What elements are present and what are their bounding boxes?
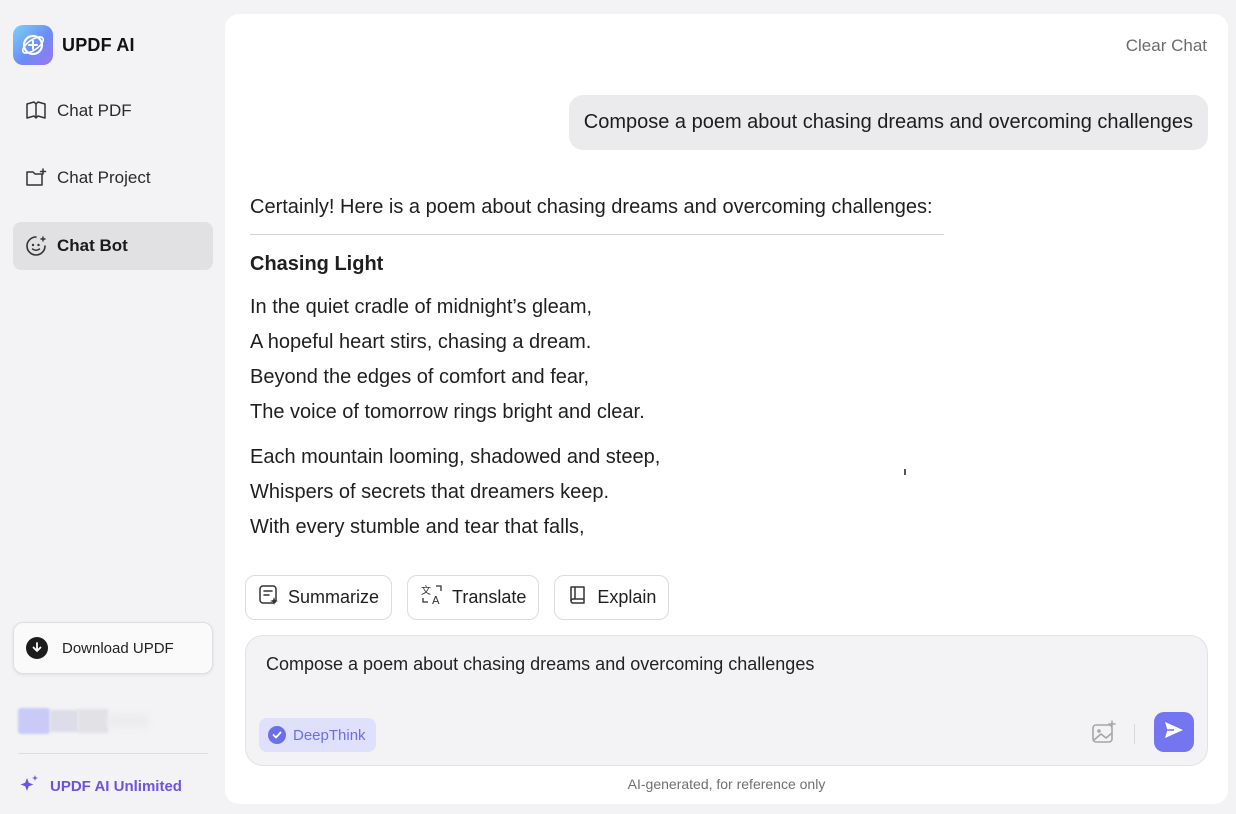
sidebar-item-label: Chat Bot — [57, 236, 128, 255]
book-open-icon — [567, 584, 589, 611]
composer-divider — [1134, 724, 1135, 744]
download-icon — [26, 637, 48, 659]
poem-line: A hopeful heart stirs, chasing a dream. — [250, 331, 592, 353]
translate-button[interactable]: 文 A Translate — [407, 575, 540, 620]
poem-title: Chasing Light — [250, 253, 384, 275]
explain-button[interactable]: Explain — [554, 575, 670, 620]
brand: UPDF AI — [13, 25, 135, 65]
quick-actions: Summarize 文 A Translate Explain — [245, 575, 670, 620]
translate-icon: 文 A — [420, 584, 444, 611]
mouse-cursor — [904, 469, 906, 475]
scroll-fade — [250, 550, 670, 556]
response-intro: Certainly! Here is a poem about chasing … — [250, 192, 944, 235]
summarize-icon — [258, 584, 280, 611]
book-icon — [25, 100, 47, 122]
user-message-bubble: Compose a poem about chasing dreams and … — [568, 95, 1208, 150]
bot-face-icon — [25, 235, 47, 257]
sidebar-divider — [18, 753, 208, 754]
translate-label: Translate — [452, 587, 527, 607]
download-updf-button[interactable]: Download UPDF — [13, 622, 213, 674]
sparkle-icon — [18, 774, 40, 798]
summarize-label: Summarize — [288, 587, 380, 607]
updf-ai-unlimited-link[interactable]: UPDF AI Unlimited — [18, 774, 182, 798]
chat-panel: Clear Chat Compose a poem about chasing … — [225, 14, 1228, 804]
svg-text:A: A — [432, 594, 440, 606]
sidebar-item-label: Chat PDF — [57, 101, 132, 120]
unlimited-label: UPDF AI Unlimited — [50, 777, 182, 795]
explain-label: Explain — [597, 587, 657, 607]
app-title: UPDF AI — [62, 34, 135, 55]
folder-plus-icon — [25, 167, 47, 189]
deepthink-label: DeepThink — [293, 726, 366, 744]
sidebar-item-chat-bot[interactable]: Chat Bot — [13, 222, 213, 270]
poem-line: Each mountain looming, shadowed and stee… — [250, 446, 661, 468]
poem-line: With every stumble and tear that falls, — [250, 516, 585, 538]
sidebar-item-chat-pdf[interactable]: Chat PDF — [13, 87, 213, 135]
poem-stanza-2: Each mountain looming, shadowed and stee… — [250, 440, 950, 545]
message-composer[interactable]: Compose a poem about chasing dreams and … — [245, 635, 1208, 766]
check-circle-icon — [268, 726, 286, 744]
send-icon — [1164, 721, 1184, 744]
updf-ai-logo-icon — [13, 25, 53, 65]
message-input[interactable]: Compose a poem about chasing dreams and … — [266, 654, 814, 675]
summarize-button[interactable]: Summarize — [245, 575, 393, 620]
sidebar-item-chat-project[interactable]: Chat Project — [13, 154, 213, 202]
svg-text:文: 文 — [421, 584, 431, 597]
send-button[interactable] — [1154, 712, 1194, 752]
poem-stanza-1: In the quiet cradle of midnight’s gleam,… — [250, 290, 950, 430]
image-upload-icon[interactable] — [1091, 720, 1117, 746]
ai-disclaimer: AI-generated, for reference only — [627, 776, 826, 792]
poem-line: The voice of tomorrow rings bright and c… — [250, 401, 645, 423]
poem-line: Beyond the edges of comfort and fear, — [250, 366, 590, 388]
deepthink-toggle[interactable]: DeepThink — [259, 718, 376, 752]
user-account-avatar[interactable] — [18, 702, 153, 740]
poem-line: Whispers of secrets that dreamers keep. — [250, 481, 610, 503]
assistant-response: Certainly! Here is a poem about chasing … — [250, 192, 950, 552]
sidebar-item-label: Chat Project — [57, 168, 151, 187]
download-label: Download UPDF — [62, 639, 174, 657]
clear-chat-button[interactable]: Clear Chat — [1126, 36, 1207, 56]
poem-line: In the quiet cradle of midnight’s gleam, — [250, 296, 593, 318]
sidebar: UPDF AI Chat PDF Chat Project Chat Bot D… — [0, 0, 225, 814]
